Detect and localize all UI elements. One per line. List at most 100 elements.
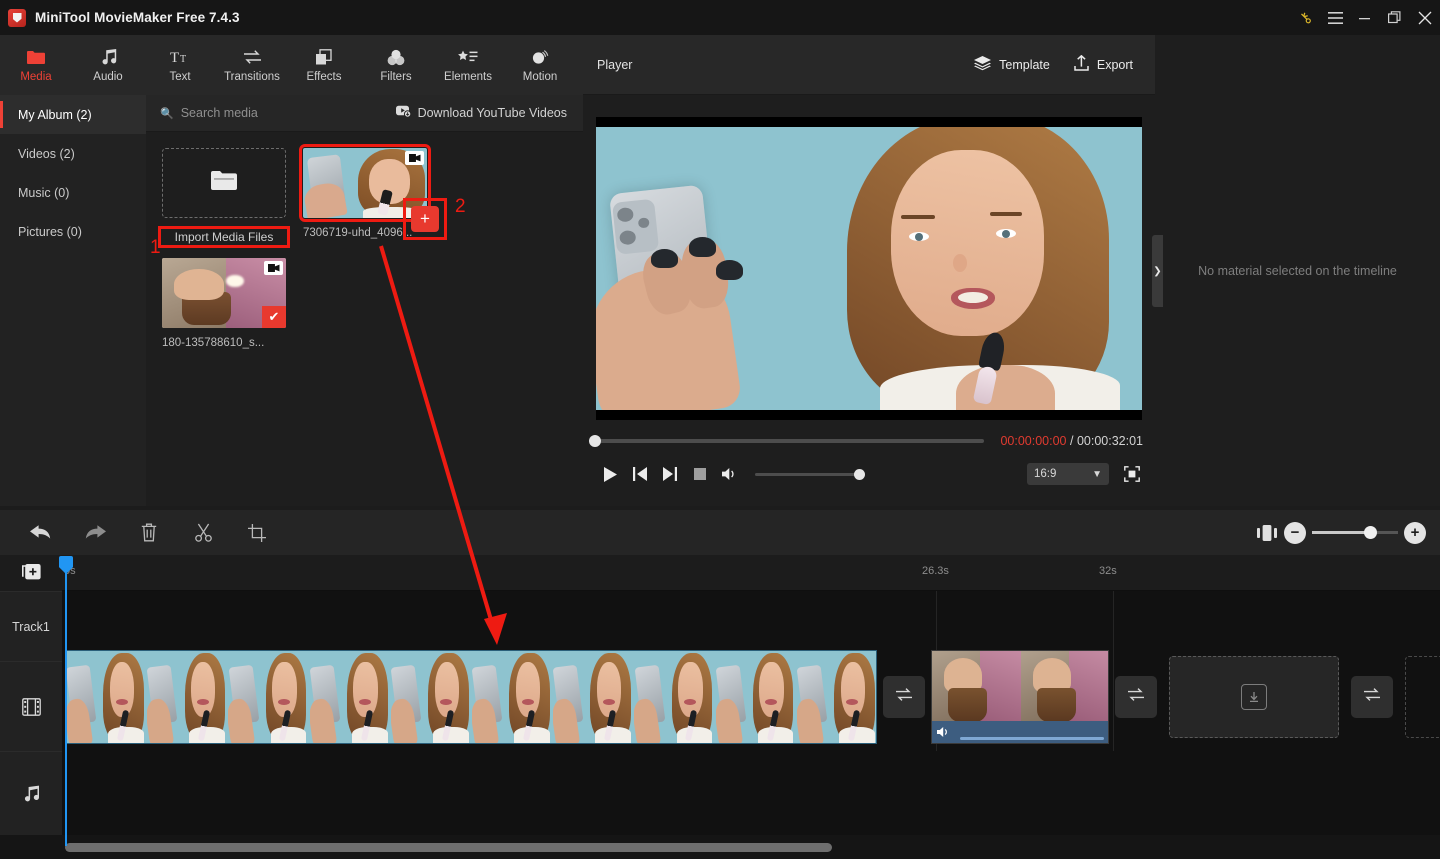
timeline-drop-zone[interactable] (1169, 656, 1339, 738)
transition-slot-3[interactable] (1351, 676, 1393, 718)
undo-arrow-icon[interactable] (14, 510, 68, 555)
export-label: Export (1096, 57, 1133, 72)
toolbar-label: Transitions (224, 70, 280, 83)
close-icon[interactable] (1410, 0, 1440, 35)
minimize-icon[interactable] (1350, 0, 1380, 35)
aspect-ratio-select[interactable]: 16:9 ▼ (1027, 463, 1109, 485)
main-toolbar: Media Audio T T Text Transitions Effects… (0, 35, 583, 95)
sidebar-item-videos[interactable]: Videos (2) (0, 134, 146, 173)
toolbar-label: Filters (380, 70, 412, 83)
time-separator: / (1069, 434, 1074, 448)
sidebar-item-music[interactable]: Music (0) (0, 173, 146, 212)
timeline-tracks[interactable] (62, 591, 1440, 835)
time-display: 00:00:00:00 / 00:00:32:01 (1000, 434, 1143, 448)
annotation-step-2: 2 (455, 196, 466, 217)
seek-bar-row: 00:00:00:00 / 00:00:32:01 (589, 434, 1143, 448)
trash-icon[interactable] (122, 510, 176, 555)
motion-icon (531, 48, 550, 67)
track-label: Track1 (0, 591, 62, 661)
zoom-out-button[interactable]: − (1284, 521, 1306, 544)
hamburger-menu-icon[interactable] (1320, 0, 1350, 35)
timeline-ruler[interactable]: 0s 26.3s 32s (62, 555, 1440, 591)
import-media-files-button[interactable]: Import Media Files (158, 226, 290, 248)
template-button[interactable]: Template (974, 55, 1050, 74)
transition-arrows-icon (1363, 687, 1381, 707)
clip-audio-bar (932, 721, 1108, 743)
sidebar-item-my-album[interactable]: My Album (2) (0, 95, 146, 134)
sidebar-item-label: Videos (2) (18, 146, 75, 161)
toolbar-item-filters[interactable]: Filters (360, 35, 432, 95)
timeline-playhead[interactable] (59, 556, 73, 846)
play-icon[interactable] (595, 461, 625, 487)
annotation-step-1: 1 (150, 237, 161, 258)
toolbar-item-effects[interactable]: Effects (288, 35, 360, 95)
redo-arrow-icon[interactable] (68, 510, 122, 555)
sidebar-item-label: My Album (2) (18, 107, 92, 122)
video-track-row (65, 650, 1440, 744)
next-frame-icon[interactable] (655, 461, 685, 487)
search-input[interactable]: 🔍 Search media (160, 106, 258, 120)
toolbar-item-media[interactable]: Media (0, 35, 72, 95)
timeline-toolbar: − + (0, 510, 1440, 555)
template-label: Template (999, 57, 1050, 72)
key-icon[interactable]: ⚷ (1290, 0, 1320, 35)
zoom-in-button[interactable]: + (1404, 521, 1426, 544)
fullscreen-icon[interactable] (1121, 463, 1143, 485)
download-youtube-videos-button[interactable]: Download YouTube Videos (395, 104, 567, 122)
timeline-clip-selfie[interactable] (65, 650, 877, 744)
media-panel: 🔍 Search media Download YouTube Videos 1… (146, 95, 583, 506)
seek-slider[interactable] (589, 435, 985, 447)
timeline-drop-zone-partial[interactable] (1405, 656, 1440, 738)
clip-filmstrip (66, 651, 876, 743)
toolbar-item-transitions[interactable]: Transitions (216, 35, 288, 95)
elements-star-list-icon (458, 48, 478, 67)
media-sidebar: My Album (2) Videos (2) Music (0) Pictur… (0, 95, 146, 506)
transition-slot-2[interactable] (1115, 676, 1157, 718)
toolbar-item-motion[interactable]: Motion (504, 35, 576, 95)
timeline-horizontal-scrollbar[interactable] (65, 843, 832, 852)
transition-slot-1[interactable] (883, 676, 925, 718)
import-drop-area[interactable] (162, 148, 286, 218)
sidebar-item-pictures[interactable]: Pictures (0) (0, 212, 146, 251)
search-icon: 🔍 (160, 107, 174, 120)
toolbar-item-text[interactable]: T T Text (144, 35, 216, 95)
previous-frame-icon[interactable] (625, 461, 655, 487)
zoom-handle[interactable] (1363, 526, 1377, 539)
volume-icon[interactable] (715, 461, 745, 487)
zoom-slider[interactable] (1312, 526, 1398, 539)
scissors-icon[interactable] (176, 510, 230, 555)
current-time: 00:00:00:00 (1000, 434, 1067, 448)
svg-text:T: T (180, 54, 186, 65)
stop-icon[interactable] (685, 461, 715, 487)
transition-arrows-icon (895, 687, 913, 707)
volume-slider[interactable] (755, 468, 865, 480)
video-preview[interactable] (596, 117, 1142, 420)
toolbar-label: Media (20, 70, 52, 83)
player-actions: Template Export (974, 54, 1133, 74)
chevron-right-icon[interactable]: ❯ (1152, 235, 1163, 307)
seek-handle[interactable] (589, 435, 601, 447)
player-controls: 16:9 ▼ (595, 460, 1143, 488)
zoom-fit-icon[interactable] (1250, 516, 1284, 550)
media-grid: 1 Import Media Files + 2 7306719-uhd_409… (146, 132, 583, 349)
toolbar-item-elements[interactable]: Elements (432, 35, 504, 95)
import-media-cell: 1 Import Media Files (150, 148, 303, 258)
crop-icon[interactable] (230, 510, 284, 555)
media-thumbnail[interactable]: ✔ (162, 258, 286, 328)
maximize-icon[interactable] (1380, 0, 1410, 35)
add-track-icon[interactable] (0, 555, 62, 591)
export-button[interactable]: Export (1074, 54, 1133, 74)
track-label-text: Track1 (12, 619, 50, 634)
timeline-clip-coffee[interactable] (931, 650, 1109, 744)
speaker-icon[interactable] (937, 726, 951, 738)
volume-handle[interactable] (854, 468, 865, 480)
window-controls: ⚷ (1290, 0, 1440, 35)
add-to-timeline-button[interactable]: + (411, 206, 439, 232)
toolbar-label: Audio (93, 70, 123, 83)
toolbar-item-audio[interactable]: Audio (72, 35, 144, 95)
film-strip-icon[interactable] (0, 661, 62, 751)
export-upload-icon (1074, 54, 1089, 74)
music-note-icon[interactable] (0, 751, 62, 835)
audio-waveform (960, 737, 1104, 740)
media-item-coffee: ✔ 180-135788610_s... (162, 258, 303, 349)
